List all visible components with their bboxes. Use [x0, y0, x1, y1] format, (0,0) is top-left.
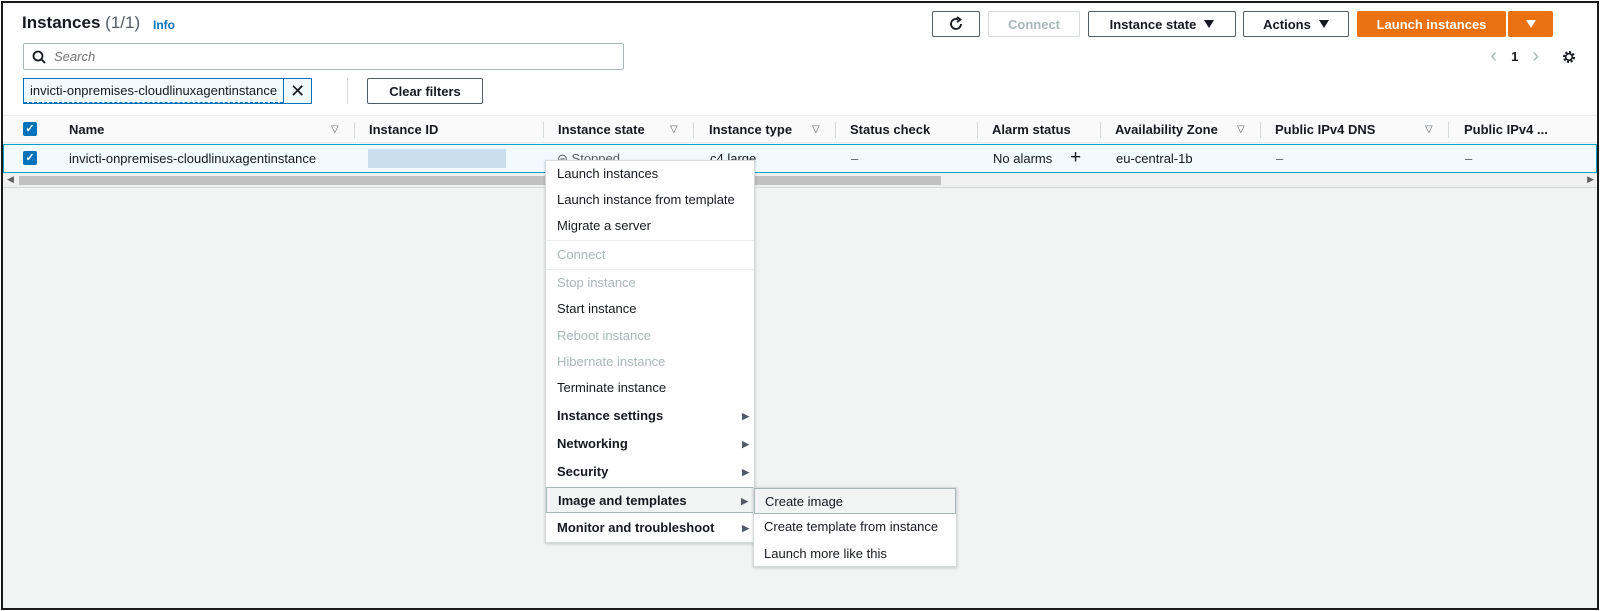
caret-down-icon	[1204, 20, 1215, 28]
select-all-checkbox[interactable]: ✓	[23, 122, 37, 136]
sort-icon[interactable]: ▽	[331, 116, 339, 143]
close-icon[interactable]: ✕	[283, 79, 311, 103]
filter-token-text: invicti-onpremises-cloudlinuxagentinstan…	[24, 79, 284, 103]
column-divider	[543, 122, 544, 138]
column-divider	[1260, 122, 1261, 138]
menu-item-security[interactable]: Security ▶	[546, 459, 754, 485]
menu-item-stop-instance: Stop instance	[557, 275, 636, 290]
menu-item-reboot-instance: Reboot instance	[557, 328, 651, 343]
current-page[interactable]: 1	[1511, 49, 1518, 64]
instance-name: invicti-onpremises-cloudlinuxagentinstan…	[69, 151, 317, 166]
next-page-icon[interactable]: ›	[1532, 45, 1539, 68]
submenu-arrow-icon: ▶	[741, 496, 748, 506]
menu-item-label: Networking	[557, 436, 628, 451]
column-divider	[977, 122, 978, 138]
menu-item-label: Instance settings	[557, 408, 664, 423]
menu-item-launch-from-template[interactable]: Launch instance from template	[546, 187, 754, 213]
refresh-icon	[950, 16, 963, 30]
submenu-item-create-image[interactable]: Create image	[754, 488, 956, 514]
submenu-arrow-icon: ▶	[742, 467, 749, 477]
actions-context-menu: Launch instances Launch instance from te…	[545, 160, 755, 543]
sort-icon[interactable]: ▽	[812, 116, 820, 143]
menu-divider	[546, 240, 754, 241]
connect-button[interactable]: Connect	[988, 11, 1080, 37]
scroll-right-icon[interactable]: ▶	[1587, 174, 1594, 185]
actions-label: Actions	[1263, 16, 1311, 32]
column-divider	[1100, 122, 1101, 138]
actions-button[interactable]: Actions	[1243, 11, 1349, 37]
menu-item-instance-settings[interactable]: Instance settings ▶	[546, 403, 754, 429]
column-divider	[354, 122, 355, 138]
sort-icon[interactable]: ▽	[1425, 116, 1433, 143]
submenu-item-create-template[interactable]: Create template from instance	[754, 514, 956, 540]
public-ipv4-value: –	[1465, 151, 1473, 166]
column-header-instance-state[interactable]: Instance state	[558, 116, 645, 144]
column-divider	[693, 122, 694, 138]
column-header-public-ipv4-dns[interactable]: Public IPv4 DNS	[1275, 116, 1375, 144]
instance-count: (1/1)	[105, 13, 141, 32]
menu-item-start-instance[interactable]: Start instance	[546, 296, 754, 322]
menu-item-networking[interactable]: Networking ▶	[546, 431, 754, 457]
search-icon	[32, 50, 46, 64]
submenu-arrow-icon: ▶	[742, 439, 749, 449]
column-header-name[interactable]: Name	[69, 116, 104, 144]
refresh-button[interactable]	[932, 11, 980, 37]
menu-item-hibernate-instance: Hibernate instance	[557, 354, 666, 369]
page-title-text: Instances	[22, 13, 101, 32]
caret-down-icon	[1318, 20, 1329, 28]
menu-item-migrate-server[interactable]: Migrate a server	[546, 213, 754, 239]
column-header-instance-id[interactable]: Instance ID	[369, 116, 438, 144]
public-ipv4-dns-value: –	[1276, 151, 1284, 166]
ec2-instances-frame: Instances (1/1) Info Connect Instance st…	[1, 1, 1599, 610]
search-input[interactable]	[54, 49, 614, 64]
plus-icon[interactable]: +	[1070, 144, 1081, 171]
divider	[347, 78, 348, 104]
row-checkbox[interactable]: ✓	[23, 151, 37, 165]
instance-state-label: Instance state	[1109, 16, 1197, 32]
sort-icon[interactable]: ▽	[1237, 116, 1245, 143]
table-header: ✓ Name ▽ Instance ID Instance state ▽ In…	[3, 115, 1597, 143]
scroll-left-icon[interactable]: ◀	[7, 174, 14, 185]
alarm-status-value: No alarms	[993, 151, 1053, 166]
gear-icon[interactable]	[1561, 49, 1577, 65]
pagination: ‹ 1 ›	[1490, 45, 1577, 68]
table-row[interactable]: ✓ invicti-onpremises-cloudlinuxagentinst…	[3, 144, 1597, 173]
column-header-public-ipv4[interactable]: Public IPv4 ...	[1464, 116, 1548, 144]
menu-item-label: Monitor and troubleshoot	[557, 520, 715, 535]
menu-item-label: Security	[557, 464, 609, 479]
column-divider	[835, 122, 836, 138]
instance-id-redacted	[368, 149, 506, 168]
availability-zone-value: eu-central-1b	[1116, 151, 1193, 166]
search-box[interactable]	[23, 43, 624, 70]
caret-down-icon	[1525, 20, 1536, 28]
clear-filters-button[interactable]: Clear filters	[367, 78, 483, 104]
menu-item-label: Image and templates	[558, 493, 687, 508]
menu-item-terminate-instance[interactable]: Terminate instance	[546, 375, 754, 401]
menu-item-monitor-and-troubleshoot[interactable]: Monitor and troubleshoot ▶	[546, 515, 754, 541]
image-templates-submenu: Create image Create template from instan…	[753, 487, 957, 567]
column-header-alarm-status[interactable]: Alarm status	[992, 116, 1071, 144]
column-divider	[1448, 122, 1449, 138]
instances-header: Instances (1/1) Info Connect Instance st…	[3, 3, 1597, 115]
horizontal-scrollbar[interactable]: ◀ ▶	[3, 173, 1597, 188]
scrollbar-thumb[interactable]	[19, 176, 941, 185]
sort-icon[interactable]: ▽	[670, 116, 678, 143]
column-header-availability-zone[interactable]: Availability Zone	[1115, 116, 1218, 144]
submenu-item-launch-more-like-this[interactable]: Launch more like this	[754, 541, 956, 567]
info-link[interactable]: Info	[153, 18, 175, 32]
submenu-arrow-icon: ▶	[742, 411, 749, 421]
instance-state-button[interactable]: Instance state	[1088, 11, 1236, 37]
menu-item-launch-instances[interactable]: Launch instances	[546, 161, 754, 187]
previous-page-icon[interactable]: ‹	[1490, 45, 1497, 68]
menu-item-image-and-templates[interactable]: Image and templates ▶	[546, 487, 754, 513]
submenu-arrow-icon: ▶	[742, 523, 749, 533]
column-header-instance-type[interactable]: Instance type	[709, 116, 792, 144]
filter-token[interactable]: invicti-onpremises-cloudlinuxagentinstan…	[23, 78, 313, 104]
launch-instances-button[interactable]: Launch instances	[1357, 11, 1506, 37]
menu-item-connect: Connect	[557, 247, 606, 262]
status-check-value: –	[851, 151, 859, 166]
launch-dropdown-button[interactable]	[1508, 11, 1553, 37]
page-title: Instances (1/1)	[22, 13, 140, 33]
column-header-status-check[interactable]: Status check	[850, 116, 930, 144]
